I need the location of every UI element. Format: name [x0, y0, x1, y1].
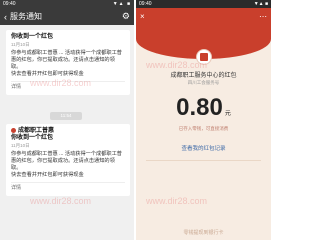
service-notification-pane: 09:40 ▼▲ ■ ‹ 服务通知 ⚙ 你收到一个红包 11月10日 你参与成都… — [0, 0, 134, 240]
nav-title: 服务通知 — [10, 12, 42, 21]
card-date: 11月10日 — [11, 42, 30, 47]
card-detail-link[interactable]: 详情 — [11, 81, 125, 91]
notification-card[interactable]: 你收到一个红包 11月10日 你参与成都职工普惠 ... 活动获得一个成都职工普… — [6, 30, 130, 95]
status-time: 09:40 — [3, 1, 16, 7]
packet-subtitle: 四川工会服务号 — [187, 80, 220, 85]
status-icons: ▼▲ ■ — [112, 1, 131, 7]
packet-footer: 零钱提现到银行卡 — [183, 230, 224, 236]
card-title: 你收到一个红包 — [11, 34, 54, 40]
red-packet-header: × ⋯ — [136, 8, 271, 25]
status-icons: ▼▲ ■ — [253, 1, 268, 7]
screenshot-root: 09:40 ▼▲ ■ ‹ 服务通知 ⚙ 你收到一个红包 11月10日 你参与成都… — [0, 0, 271, 240]
packet-amount: 0.80 元 — [136, 94, 271, 122]
status-bar: 09:40 ▼▲ ■ — [136, 0, 271, 8]
card-date: 11月10日 — [11, 143, 30, 149]
red-packet-pane: 09:40 ▼▲ ■ × ⋯ 成都职工服务中心的红包 四川工会服务号 0.80 元… — [136, 0, 271, 240]
more-icon[interactable]: ⋯ — [259, 12, 267, 21]
logo-icon — [196, 49, 212, 65]
card-title: 你收到一个红包 — [11, 135, 54, 142]
packet-sender: 成都职工服务中心的红包 — [170, 73, 237, 79]
divider — [146, 160, 261, 161]
card-cta: 快去查看并开红包即可获得现金 — [11, 172, 84, 179]
logo-icon — [11, 128, 16, 133]
status-bar: 09:40 ▼▲ ■ — [0, 0, 134, 8]
watermark: www.dir28.com — [30, 196, 92, 206]
amount-unit: 元 — [224, 111, 231, 117]
packet-note: 已存入零钱，可直接消费 — [178, 126, 229, 131]
card-sender-label: 成都职工普惠 — [18, 128, 55, 135]
notification-card[interactable]: 成都职工普惠 你收到一个红包 11月10日 你参与成都职工普惠 ... 活动获得… — [6, 124, 130, 197]
back-arrow-icon[interactable]: ‹ — [4, 12, 7, 22]
close-icon[interactable]: × — [140, 12, 145, 21]
card-text: 你参与成都职工普惠 ... 活动获得一个成都职工普惠的红包，你已提取成功。还请点… — [11, 151, 122, 172]
packet-records-link[interactable]: 查看我的红包记录 — [136, 144, 271, 152]
nav-bar: ‹ 服务通知 ⚙ — [0, 8, 134, 25]
gear-icon[interactable]: ⚙ — [122, 11, 130, 22]
status-time: 09:40 — [139, 1, 152, 7]
watermark: www.dir28.com — [146, 196, 208, 206]
card-cta: 快去查看并开红包即可获得现金 — [11, 71, 84, 77]
card-detail-link[interactable]: 详情 — [11, 182, 125, 192]
amount-value: 0.80 — [176, 94, 223, 121]
time-chip: 11:54 — [50, 112, 82, 120]
card-text: 你参与成都职工普惠 ... 活动获得一个成都职工普惠的红包，你已提取成功。还请点… — [11, 50, 122, 70]
